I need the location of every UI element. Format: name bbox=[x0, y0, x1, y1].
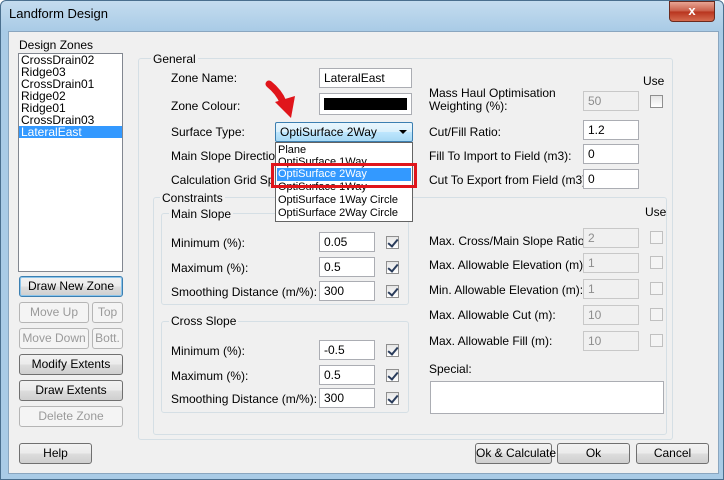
main-smoothing-label: Smoothing Distance (m/%): bbox=[171, 285, 318, 299]
mass-haul-use-checkbox[interactable] bbox=[650, 95, 663, 108]
general-group-title: General bbox=[151, 52, 198, 66]
max-cross-main-use-checkbox[interactable] bbox=[650, 231, 663, 244]
ok-calculate-button[interactable]: Ok & Calculate bbox=[475, 443, 556, 464]
cross-smoothing-input[interactable]: 300 bbox=[319, 388, 375, 408]
cross-slope-title: Cross Slope bbox=[169, 314, 239, 328]
main-minimum-use-checkbox[interactable] bbox=[386, 236, 399, 249]
cross-minimum-input[interactable]: -0.5 bbox=[319, 340, 375, 360]
cut-export-label: Cut To Export from Field (m3): bbox=[429, 173, 590, 187]
modify-extents-button[interactable]: Modify Extents bbox=[19, 354, 123, 375]
special-input[interactable] bbox=[430, 381, 664, 414]
cut-export-input[interactable]: 0 bbox=[583, 169, 639, 189]
move-up-button[interactable]: Move Up bbox=[19, 302, 89, 323]
cross-maximum-input[interactable]: 0.5 bbox=[319, 365, 375, 385]
colour-fill bbox=[324, 98, 407, 110]
use-label: Use bbox=[643, 74, 665, 88]
cross-minimum-label: Minimum (%): bbox=[171, 344, 245, 358]
constraints-group-title: Constraints bbox=[160, 191, 225, 205]
design-zones-heading: Design Zones bbox=[19, 38, 94, 52]
main-minimum-input[interactable]: 0.05 bbox=[319, 232, 375, 252]
dropdown-option[interactable]: Plane bbox=[278, 144, 306, 156]
main-maximum-use-checkbox[interactable] bbox=[386, 261, 399, 274]
list-item-selected[interactable]: LateralEast bbox=[19, 126, 122, 138]
chevron-down-icon[interactable] bbox=[399, 130, 407, 134]
cut-fill-ratio-input[interactable]: 1.2 bbox=[583, 120, 639, 140]
zone-name-label: Zone Name: bbox=[171, 71, 238, 85]
max-elevation-label: Max. Allowable Elevation (m): bbox=[429, 258, 587, 272]
max-cross-main-input[interactable]: 2 bbox=[583, 228, 639, 248]
max-fill-label: Max. Allowable Fill (m): bbox=[429, 334, 553, 348]
zone-name-input[interactable]: LateralEast bbox=[319, 68, 412, 88]
fill-import-input[interactable]: 0 bbox=[583, 144, 639, 164]
bottom-button[interactable]: Bott. bbox=[92, 328, 123, 349]
cross-smoothing-label: Smoothing Distance (m/%): bbox=[171, 392, 318, 406]
ok-button[interactable]: Ok bbox=[557, 443, 630, 464]
surface-type-combobox[interactable]: OptiSurface 2Way bbox=[275, 122, 413, 142]
main-slope-title: Main Slope bbox=[169, 207, 234, 221]
cut-fill-ratio-label: Cut/Fill Ratio: bbox=[429, 125, 502, 139]
surface-type-value: OptiSurface 2Way bbox=[280, 125, 377, 139]
annotation-highlight-box bbox=[271, 163, 417, 188]
main-maximum-label: Maximum (%): bbox=[171, 261, 249, 275]
main-slope-direction-label: Main Slope Direction ( bbox=[171, 149, 290, 163]
max-elevation-input[interactable]: 1 bbox=[583, 253, 639, 273]
cross-minimum-use-checkbox[interactable] bbox=[386, 344, 399, 357]
zone-colour-swatch[interactable] bbox=[319, 93, 412, 115]
delete-zone-button[interactable]: Delete Zone bbox=[19, 406, 123, 427]
cross-smoothing-use-checkbox[interactable] bbox=[386, 392, 399, 405]
cross-maximum-label: Maximum (%): bbox=[171, 369, 249, 383]
cancel-button[interactable]: Cancel bbox=[636, 443, 709, 464]
special-label: Special: bbox=[429, 362, 472, 376]
main-maximum-input[interactable]: 0.5 bbox=[319, 257, 375, 277]
max-fill-use-checkbox[interactable] bbox=[650, 334, 663, 347]
main-smoothing-use-checkbox[interactable] bbox=[386, 285, 399, 298]
max-fill-input[interactable]: 10 bbox=[583, 331, 639, 351]
max-cut-use-checkbox[interactable] bbox=[650, 308, 663, 321]
cross-maximum-use-checkbox[interactable] bbox=[386, 369, 399, 382]
close-button[interactable]: x bbox=[669, 1, 715, 22]
surface-type-label: Surface Type: bbox=[171, 125, 245, 139]
max-cross-main-label: Max. Cross/Main Slope Ratio: bbox=[429, 234, 588, 248]
landform-design-window: Landform Design x Design Zones CrossDrai… bbox=[0, 0, 724, 480]
max-elevation-use-checkbox[interactable] bbox=[650, 256, 663, 269]
dropdown-option[interactable]: OptiSurface 2Way Circle bbox=[278, 207, 398, 219]
help-button[interactable]: Help bbox=[19, 443, 92, 464]
max-cut-input[interactable]: 10 bbox=[583, 305, 639, 325]
main-minimum-label: Minimum (%): bbox=[171, 236, 245, 250]
min-elevation-label: Min. Allowable Elevation (m): bbox=[429, 283, 584, 297]
mass-haul-input[interactable]: 50 bbox=[583, 91, 639, 111]
max-cut-label: Max. Allowable Cut (m): bbox=[429, 308, 556, 322]
constraints-use-label: Use bbox=[645, 205, 667, 219]
move-down-button[interactable]: Move Down bbox=[19, 328, 89, 349]
calculation-grid-label: Calculation Grid Spac bbox=[171, 173, 288, 187]
design-zones-list[interactable]: CrossDrain02 Ridge03 CrossDrain01 Ridge0… bbox=[18, 53, 123, 272]
min-elevation-input[interactable]: 1 bbox=[583, 279, 639, 299]
title-bar[interactable]: Landform Design x bbox=[1, 1, 723, 27]
fill-import-label: Fill To Import to Field (m3): bbox=[429, 149, 572, 163]
main-smoothing-input[interactable]: 300 bbox=[319, 281, 375, 301]
window-title: Landform Design bbox=[9, 6, 108, 21]
draw-new-zone-button[interactable]: Draw New Zone bbox=[19, 276, 123, 297]
dialog-body: Design Zones CrossDrain02 Ridge03 CrossD… bbox=[8, 31, 719, 474]
zone-colour-label: Zone Colour: bbox=[171, 99, 241, 113]
mass-haul-label-line2: Weighting (%): bbox=[429, 99, 508, 113]
dropdown-option[interactable]: OptiSurface 1Way Circle bbox=[278, 194, 398, 206]
red-arrow-icon bbox=[265, 80, 295, 118]
mass-haul-label-line1: Mass Haul Optimisation bbox=[429, 86, 556, 100]
draw-extents-button[interactable]: Draw Extents bbox=[19, 380, 123, 401]
min-elevation-use-checkbox[interactable] bbox=[650, 282, 663, 295]
top-button[interactable]: Top bbox=[92, 302, 123, 323]
